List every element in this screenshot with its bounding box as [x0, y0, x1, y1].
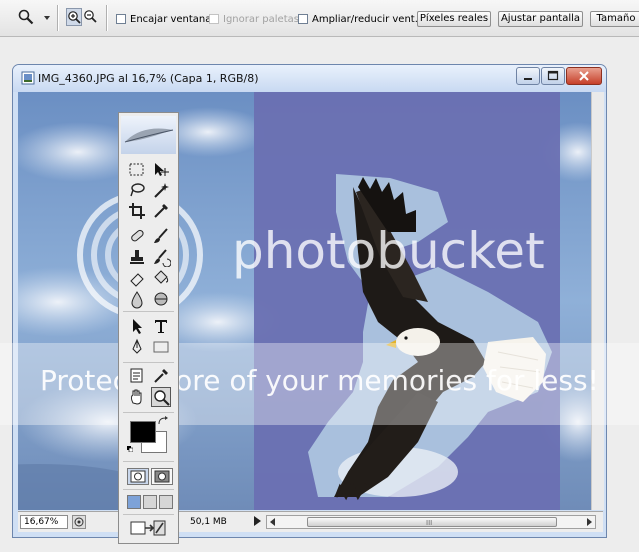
checkbox-box[interactable]	[116, 14, 126, 24]
full-screen-menu-mode-icon[interactable]	[143, 495, 157, 509]
healing-brush-tool-icon[interactable]	[127, 226, 147, 246]
standard-screen-mode-icon[interactable]	[127, 495, 141, 509]
notes-tool-icon[interactable]	[127, 366, 147, 386]
status-bar: 16,67% 50,1 MB III	[18, 511, 603, 532]
checkbox-box[interactable]	[298, 14, 308, 24]
scroll-left-icon[interactable]	[270, 518, 276, 526]
minimize-icon	[524, 78, 532, 80]
slice-tool-icon[interactable]	[151, 201, 171, 221]
standard-mode-icon	[130, 470, 146, 483]
resize-windows-label: Ampliar/reducir vent.	[312, 13, 418, 25]
rectangle-tool-icon[interactable]	[151, 337, 171, 357]
separator	[57, 5, 59, 31]
zoom-tool-icon[interactable]	[18, 9, 34, 25]
divider	[123, 461, 174, 462]
horizontal-scrollbar[interactable]: III	[266, 515, 596, 529]
eraser-tool-icon[interactable]	[127, 268, 147, 288]
vertical-scrollbar[interactable]	[591, 92, 604, 510]
options-bar: Encajar ventana Ignorar paletas Ampliar/…	[0, 0, 639, 37]
divider	[123, 489, 174, 490]
quick-mask-icon	[154, 470, 170, 483]
default-colors-icon[interactable]	[127, 446, 133, 452]
standard-mode-button[interactable]	[127, 468, 149, 485]
feather-icon	[124, 128, 174, 143]
foreground-color-swatch[interactable]	[130, 421, 156, 443]
document-titlebar[interactable]: IMG_4360.JPG al 16,7% (Capa 1, RGB/8)	[13, 65, 606, 92]
scroll-right-icon[interactable]	[586, 518, 592, 526]
tools-palette	[118, 112, 179, 544]
eyedropper-tool-icon[interactable]	[151, 366, 171, 386]
print-size-button[interactable]: Tamaño	[590, 11, 639, 27]
blur-tool-icon[interactable]	[127, 289, 147, 309]
clone-stamp-tool-icon[interactable]	[127, 247, 147, 267]
zoom-out-icon[interactable]	[83, 8, 99, 26]
fit-window-label: Encajar ventana	[130, 13, 212, 25]
history-brush-tool-icon[interactable]	[151, 247, 172, 268]
zoom-tool-icon[interactable]	[151, 387, 171, 407]
status-menu-arrow-icon[interactable]	[254, 516, 261, 526]
doc-info-icon[interactable]	[72, 515, 86, 529]
tools-header[interactable]	[121, 116, 176, 154]
dodge-tool-icon[interactable]	[151, 289, 171, 309]
move-tool-icon[interactable]	[151, 160, 171, 180]
tool-preset-dropdown-icon[interactable]	[44, 16, 50, 20]
crop-tool-icon[interactable]	[127, 201, 147, 221]
fit-window-checkbox[interactable]: Encajar ventana	[116, 12, 211, 26]
watermark-brand: photobucket	[232, 222, 545, 280]
divider	[123, 514, 174, 515]
close-button[interactable]	[566, 67, 602, 85]
separator	[106, 5, 108, 31]
swap-colors-icon[interactable]	[157, 416, 169, 426]
actual-pixels-button[interactable]: Píxeles reales	[417, 11, 491, 27]
fit-screen-button[interactable]: Ajustar pantalla	[498, 11, 583, 27]
document-title: IMG_4360.JPG al 16,7% (Capa 1, RGB/8)	[38, 72, 259, 85]
maximize-icon	[547, 70, 559, 81]
marquee-tool-icon[interactable]	[127, 160, 147, 180]
path-selection-tool-icon[interactable]	[127, 316, 147, 336]
divider	[123, 412, 174, 413]
lasso-tool-icon[interactable]	[127, 180, 147, 200]
photoshop-document-icon	[21, 71, 35, 85]
ignore-palettes-label: Ignorar paletas	[223, 13, 299, 25]
full-screen-mode-icon[interactable]	[159, 495, 173, 509]
type-tool-icon[interactable]	[151, 316, 171, 336]
minimize-button[interactable]	[516, 67, 540, 85]
imageready-jump-icon[interactable]	[129, 518, 167, 538]
horizontal-scroll-thumb[interactable]: III	[307, 517, 557, 527]
checkbox-box	[209, 14, 219, 24]
divider	[123, 362, 174, 363]
document-size: 50,1 MB	[190, 517, 227, 527]
scroll-grip: III	[426, 519, 433, 527]
resize-windows-checkbox[interactable]: Ampliar/reducir vent.	[298, 12, 418, 26]
magic-wand-tool-icon[interactable]	[151, 180, 171, 200]
close-icon	[579, 71, 589, 81]
pen-tool-icon[interactable]	[127, 337, 147, 357]
zoom-in-icon[interactable]	[66, 8, 82, 26]
quick-mask-mode-button[interactable]	[151, 468, 173, 485]
ignore-palettes-checkbox: Ignorar paletas	[209, 12, 299, 26]
brush-tool-icon[interactable]	[151, 226, 171, 246]
maximize-button[interactable]	[541, 67, 565, 85]
paint-bucket-tool-icon[interactable]	[151, 268, 171, 288]
hand-tool-icon[interactable]	[127, 387, 147, 407]
divider	[123, 311, 174, 312]
zoom-field[interactable]: 16,67%	[20, 515, 68, 529]
